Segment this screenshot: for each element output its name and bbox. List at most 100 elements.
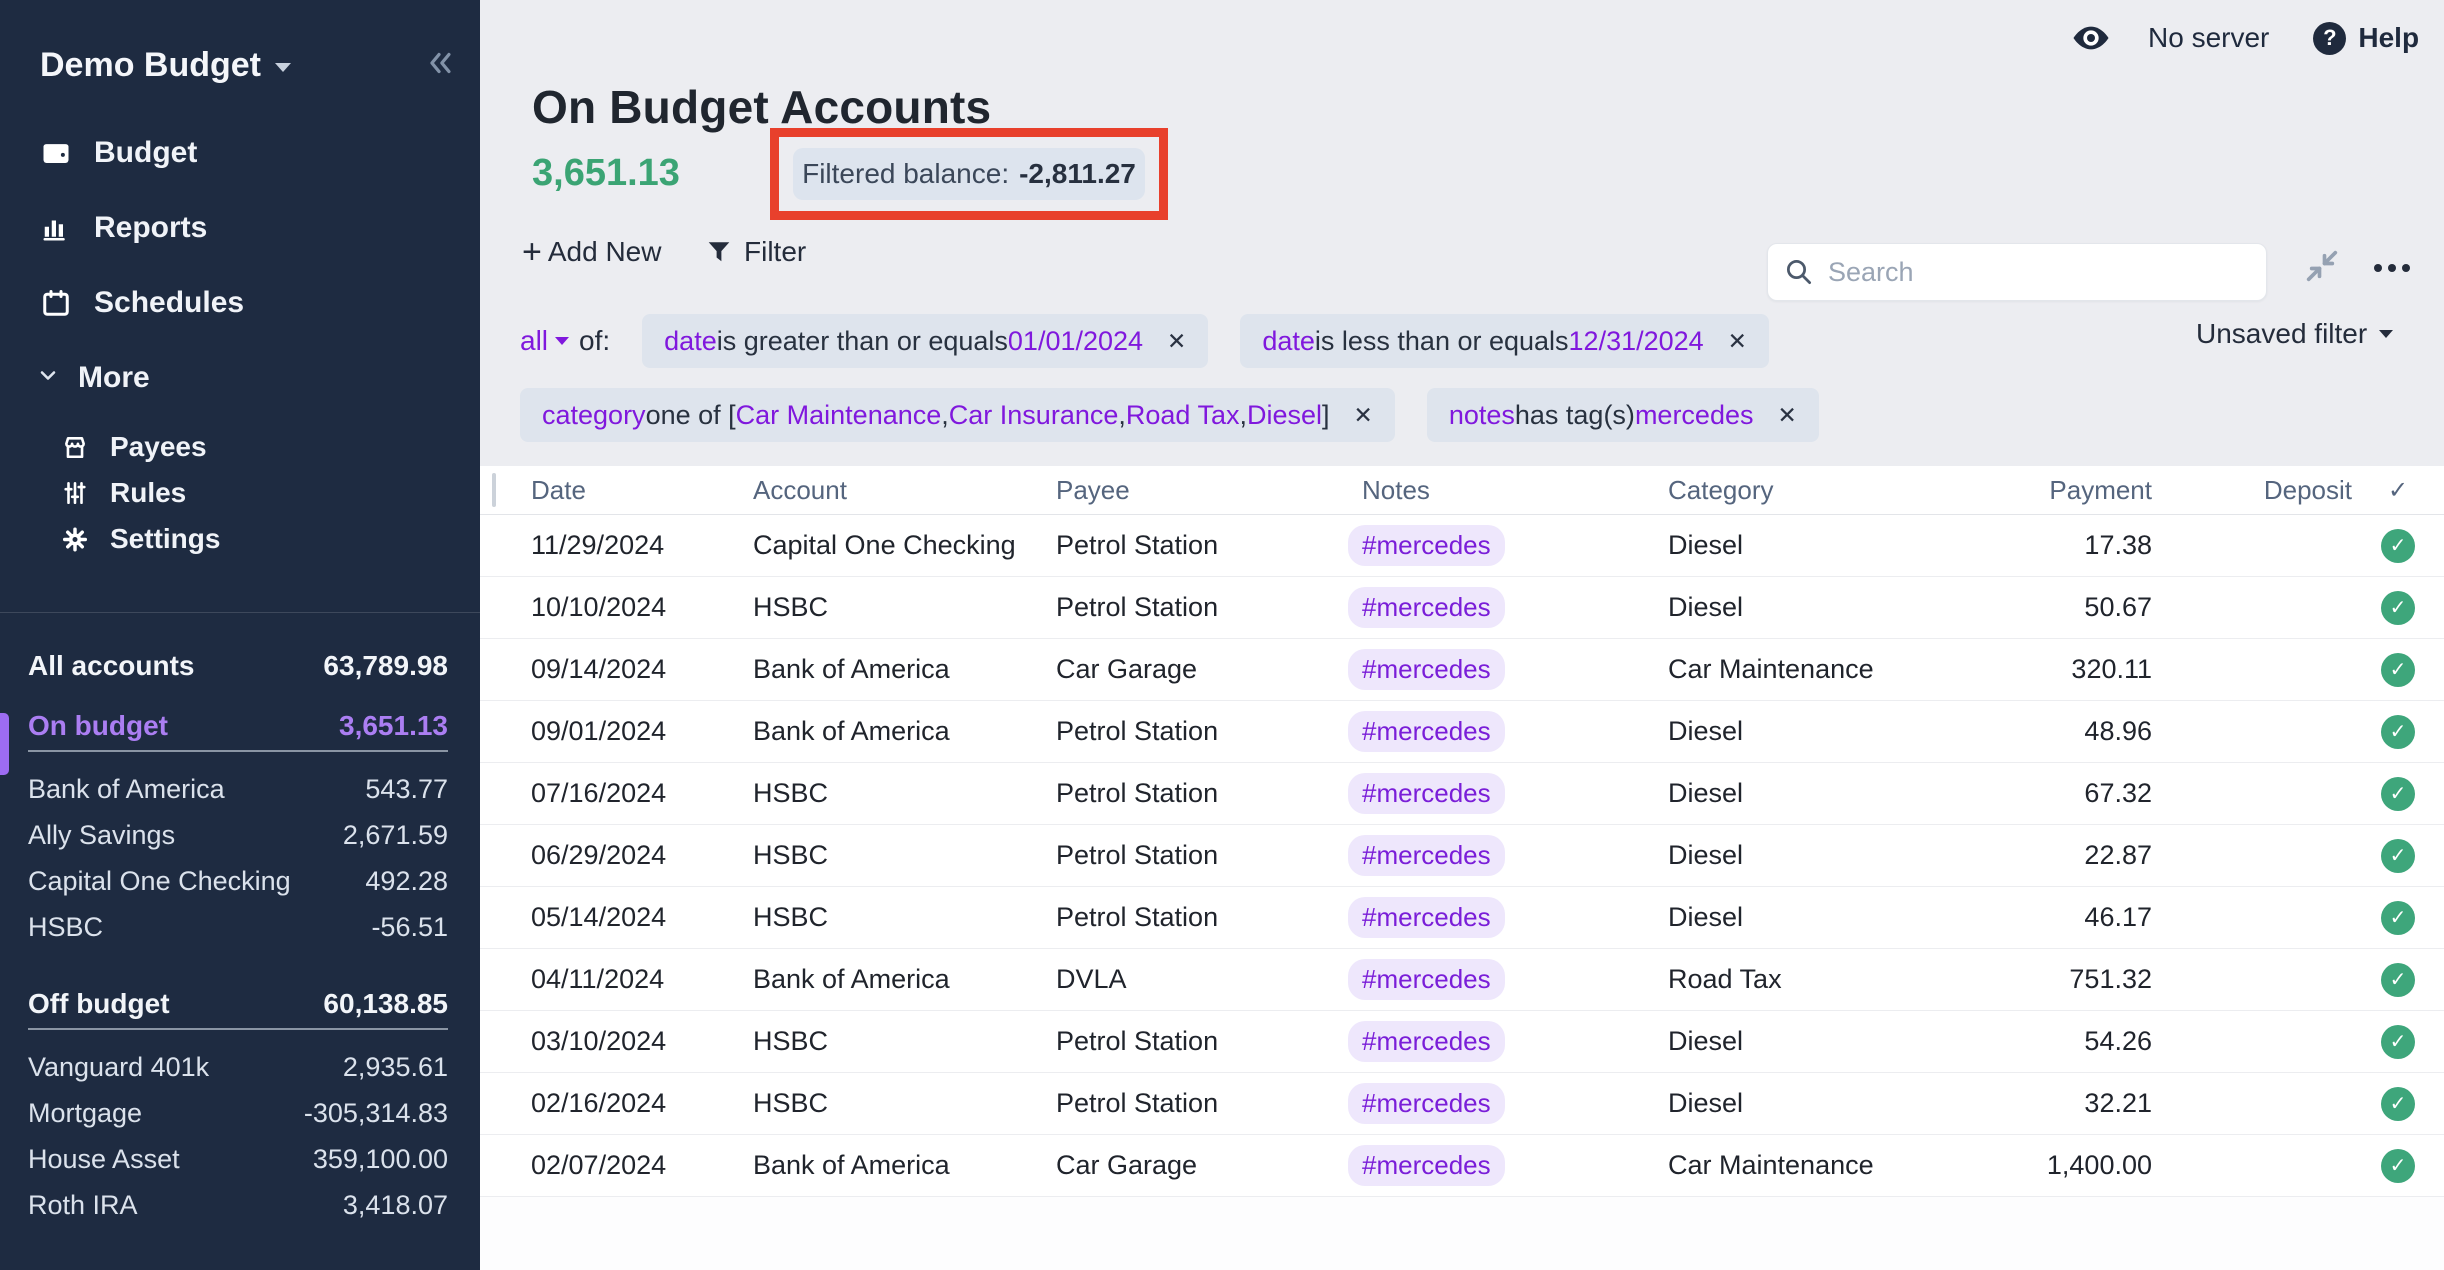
account-cell[interactable]: Bank of America: [753, 716, 1056, 747]
payee-cell[interactable]: Petrol Station: [1056, 902, 1362, 933]
remove-filter-icon[interactable]: ✕: [1354, 402, 1373, 429]
budget-switcher[interactable]: Demo Budget: [40, 46, 291, 85]
category-cell[interactable]: Road Tax: [1668, 964, 1995, 995]
date-cell[interactable]: 03/10/2024: [531, 1026, 753, 1057]
notes-cell[interactable]: #mercedes: [1362, 1021, 1668, 1062]
cleared-check-icon[interactable]: ✓: [2381, 715, 2415, 749]
sidebar-item-more[interactable]: More: [0, 361, 480, 395]
off-budget[interactable]: Off budget60,138.85: [28, 986, 448, 1022]
category-cell[interactable]: Diesel: [1668, 1026, 1995, 1057]
cleared-check-icon[interactable]: ✓: [2381, 653, 2415, 687]
add-new-button[interactable]: + Add New: [522, 236, 661, 268]
collapse-search-icon[interactable]: [2302, 246, 2342, 291]
table-row[interactable]: 09/01/2024Bank of AmericaPetrol Station#…: [480, 701, 2444, 763]
sidebar-item-schedules[interactable]: Schedules: [0, 286, 480, 320]
notes-cell[interactable]: #mercedes: [1362, 773, 1668, 814]
account-cell[interactable]: HSBC: [753, 778, 1056, 809]
account-item[interactable]: Roth IRA3,418.07: [28, 1182, 448, 1228]
date-cell[interactable]: 09/14/2024: [531, 654, 753, 685]
account-cell[interactable]: HSBC: [753, 1026, 1056, 1057]
select-all-checkbox[interactable]: [492, 473, 496, 507]
account-item[interactable]: Ally Savings2,671.59: [28, 812, 448, 858]
filter-condition-chip[interactable]: date is greater than or equals 01/01/202…: [642, 314, 1208, 368]
cleared-check-icon[interactable]: ✓: [2381, 777, 2415, 811]
filter-condition-chip[interactable]: notes has tag(s) mercedes✕: [1427, 388, 1819, 442]
cleared-check-icon[interactable]: ✓: [2381, 901, 2415, 935]
account-item[interactable]: Vanguard 401k2,935.61: [28, 1044, 448, 1090]
payment-cell[interactable]: 50.67: [1995, 592, 2152, 623]
account-cell[interactable]: Capital One Checking: [753, 530, 1056, 561]
search-input[interactable]: [1767, 243, 2267, 301]
account-item[interactable]: HSBC-56.51: [28, 904, 448, 950]
payee-cell[interactable]: Petrol Station: [1056, 530, 1362, 561]
notes-cell[interactable]: #mercedes: [1362, 1145, 1668, 1186]
notes-cell[interactable]: #mercedes: [1362, 711, 1668, 752]
payment-cell[interactable]: 22.87: [1995, 840, 2152, 871]
cleared-check-icon[interactable]: ✓: [2381, 1149, 2415, 1183]
payee-cell[interactable]: Petrol Station: [1056, 840, 1362, 871]
account-item[interactable]: Capital One Checking492.28: [28, 858, 448, 904]
sidebar-item-reports[interactable]: Reports: [0, 211, 480, 245]
cleared-check-icon[interactable]: ✓: [2381, 839, 2415, 873]
filter-condition-chip[interactable]: date is less than or equals 12/31/2024✕: [1240, 314, 1769, 368]
all-accounts[interactable]: All accounts63,789.98: [28, 648, 448, 684]
matcher-dropdown[interactable]: all: [520, 325, 569, 357]
category-cell[interactable]: Diesel: [1668, 840, 1995, 871]
table-row[interactable]: 09/14/2024Bank of AmericaCar Garage#merc…: [480, 639, 2444, 701]
date-cell[interactable]: 09/01/2024: [531, 716, 753, 747]
cleared-check-icon[interactable]: ✓: [2381, 1087, 2415, 1121]
notes-cell[interactable]: #mercedes: [1362, 587, 1668, 628]
date-cell[interactable]: 02/07/2024: [531, 1150, 753, 1181]
table-row[interactable]: 11/29/2024Capital One CheckingPetrol Sta…: [480, 515, 2444, 577]
date-cell[interactable]: 04/11/2024: [531, 964, 753, 995]
payee-cell[interactable]: Petrol Station: [1056, 1026, 1362, 1057]
cleared-check-icon[interactable]: ✓: [2381, 529, 2415, 563]
account-item[interactable]: Mortgage-305,314.83: [28, 1090, 448, 1136]
payment-cell[interactable]: 67.32: [1995, 778, 2152, 809]
notes-cell[interactable]: #mercedes: [1362, 897, 1668, 938]
remove-filter-icon[interactable]: ✕: [1728, 328, 1747, 355]
table-row[interactable]: 02/16/2024HSBCPetrol Station#mercedesDie…: [480, 1073, 2444, 1135]
date-cell[interactable]: 02/16/2024: [531, 1088, 753, 1119]
payment-cell[interactable]: 320.11: [1995, 654, 2152, 685]
payee-cell[interactable]: Car Garage: [1056, 654, 1362, 685]
payment-cell[interactable]: 48.96: [1995, 716, 2152, 747]
table-row[interactable]: 04/11/2024Bank of AmericaDVLA#mercedesRo…: [480, 949, 2444, 1011]
cleared-check-icon[interactable]: ✓: [2381, 963, 2415, 997]
sidebar-item-rules[interactable]: Rules: [0, 477, 480, 509]
table-row[interactable]: 03/10/2024HSBCPetrol Station#mercedesDie…: [480, 1011, 2444, 1073]
date-cell[interactable]: 05/14/2024: [531, 902, 753, 933]
unsaved-filter-dropdown[interactable]: Unsaved filter: [2196, 318, 2393, 350]
date-cell[interactable]: 07/16/2024: [531, 778, 753, 809]
account-item[interactable]: Bank of America543.77: [28, 766, 448, 812]
account-item[interactable]: House Asset359,100.00: [28, 1136, 448, 1182]
notes-cell[interactable]: #mercedes: [1362, 835, 1668, 876]
more-options-icon[interactable]: [2374, 264, 2410, 272]
payment-cell[interactable]: 17.38: [1995, 530, 2152, 561]
table-row[interactable]: 10/10/2024HSBCPetrol Station#mercedesDie…: [480, 577, 2444, 639]
table-row[interactable]: 06/29/2024HSBCPetrol Station#mercedesDie…: [480, 825, 2444, 887]
account-cell[interactable]: HSBC: [753, 902, 1056, 933]
help-button[interactable]: ? Help: [2313, 22, 2419, 55]
cleared-check-icon[interactable]: ✓: [2381, 1025, 2415, 1059]
date-cell[interactable]: 11/29/2024: [531, 530, 753, 561]
payee-cell[interactable]: DVLA: [1056, 964, 1362, 995]
table-row[interactable]: 05/14/2024HSBCPetrol Station#mercedesDie…: [480, 887, 2444, 949]
payee-cell[interactable]: Petrol Station: [1056, 716, 1362, 747]
account-cell[interactable]: HSBC: [753, 1088, 1056, 1119]
category-cell[interactable]: Diesel: [1668, 778, 1995, 809]
remove-filter-icon[interactable]: ✕: [1777, 402, 1796, 429]
sidebar-collapse-button[interactable]: [422, 46, 456, 85]
sidebar-item-budget[interactable]: Budget: [0, 136, 480, 170]
payee-cell[interactable]: Petrol Station: [1056, 1088, 1362, 1119]
filter-condition-chip[interactable]: category one of [Car Maintenance, Car In…: [520, 388, 1395, 442]
account-cell[interactable]: HSBC: [753, 840, 1056, 871]
category-cell[interactable]: Car Maintenance: [1668, 654, 1995, 685]
notes-cell[interactable]: #mercedes: [1362, 1083, 1668, 1124]
remove-filter-icon[interactable]: ✕: [1167, 328, 1186, 355]
category-cell[interactable]: Diesel: [1668, 1088, 1995, 1119]
date-cell[interactable]: 06/29/2024: [531, 840, 753, 871]
notes-cell[interactable]: #mercedes: [1362, 525, 1668, 566]
account-cell[interactable]: Bank of America: [753, 654, 1056, 685]
account-cell[interactable]: HSBC: [753, 592, 1056, 623]
